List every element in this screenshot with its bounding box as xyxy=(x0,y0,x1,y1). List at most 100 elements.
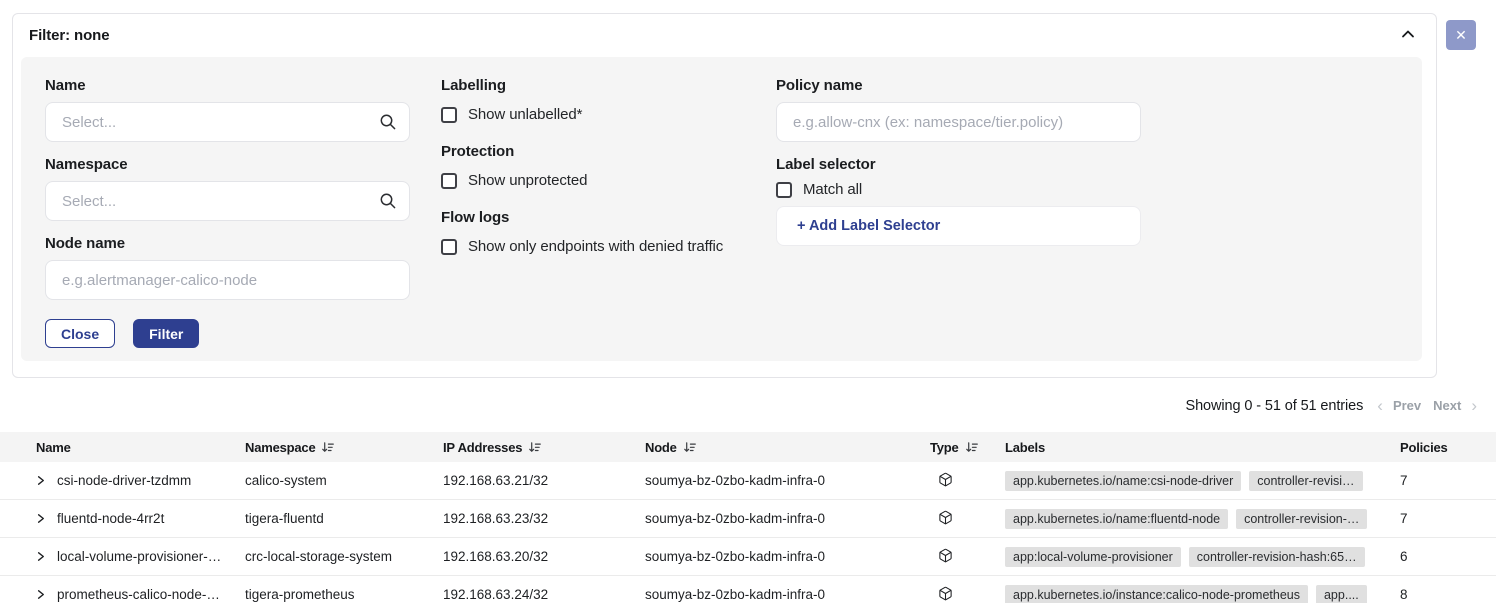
filter-panel-header: Filter: none xyxy=(13,14,1436,57)
sort-icon[interactable] xyxy=(965,441,978,454)
table-header-row: Name Namespace IP Addresses Node Type La… xyxy=(0,432,1496,462)
column-header[interactable]: Name xyxy=(0,440,245,455)
label-selector-field-label: Label selector xyxy=(776,156,1141,173)
endpoint-name: prometheus-calico-node-… xyxy=(57,587,220,602)
label-badge: app.kubernetes.io/name:csi-node-driver xyxy=(1005,471,1241,491)
expand-row-chevron-icon[interactable] xyxy=(34,550,47,563)
denied-traffic-row: Show only endpoints with denied traffic xyxy=(441,238,771,255)
workload-endpoint-type-icon xyxy=(938,548,953,566)
labelling-section-label: Labelling xyxy=(441,77,771,94)
policy-name-field-label: Policy name xyxy=(776,77,1141,94)
column-header[interactable]: Policies xyxy=(1398,440,1496,455)
column-header[interactable]: Type xyxy=(930,440,1005,455)
expand-row-chevron-icon[interactable] xyxy=(34,512,47,525)
node-name-field-label: Node name xyxy=(45,235,410,252)
collapse-filter-button[interactable] xyxy=(1400,26,1416,45)
label-badge: app:local-volume-provisioner xyxy=(1005,547,1181,567)
endpoint-policies-count: 7 xyxy=(1398,511,1496,526)
endpoint-namespace: tigera-fluentd xyxy=(245,511,443,526)
endpoint-ip: 192.168.63.23/32 xyxy=(443,511,645,526)
endpoint-labels: app:local-volume-provisioner controller-r… xyxy=(1005,547,1398,567)
endpoint-name: local-volume-provisioner-… xyxy=(57,549,221,564)
endpoint-labels: app.kubernetes.io/name:fluentd-node contr… xyxy=(1005,509,1398,529)
endpoint-node: soumya-bz-0zbo-kadm-infra-0 xyxy=(645,511,930,526)
table-row[interactable]: prometheus-calico-node-… tigera-promethe… xyxy=(0,576,1496,603)
endpoint-labels: app.kubernetes.io/instance:calico-node-p… xyxy=(1005,585,1398,603)
label-badge: app.kubernetes.io/instance:calico-node-p… xyxy=(1005,585,1308,603)
endpoint-namespace: tigera-prometheus xyxy=(245,587,443,602)
column-header[interactable]: IP Addresses xyxy=(443,440,645,455)
add-label-selector-button[interactable]: + Add Label Selector xyxy=(776,206,1141,246)
filter-form: Name Namespace xyxy=(21,57,1422,361)
sort-icon[interactable] xyxy=(321,441,334,454)
name-select-input[interactable] xyxy=(45,102,410,142)
match-all-checkbox[interactable] xyxy=(776,182,792,198)
show-unlabelled-row: Show unlabelled* xyxy=(441,106,771,123)
endpoint-node: soumya-bz-0zbo-kadm-infra-0 xyxy=(645,549,930,564)
workload-endpoint-type-icon xyxy=(938,510,953,528)
pagination: Showing 0 - 51 of 51 entries ‹ Prev Next… xyxy=(1186,397,1482,414)
endpoint-node: soumya-bz-0zbo-kadm-infra-0 xyxy=(645,473,930,488)
endpoint-ip: 192.168.63.24/32 xyxy=(443,587,645,602)
endpoint-policies-count: 8 xyxy=(1398,587,1496,602)
workload-endpoint-type-icon xyxy=(938,586,953,603)
filter-column-right: Policy name Label selector Match all + A… xyxy=(776,57,1141,246)
match-all-row: Match all xyxy=(776,181,1141,198)
sort-icon[interactable] xyxy=(528,441,541,454)
endpoints-page: Filter: none Name xyxy=(0,0,1496,603)
filter-panel: Filter: none Name xyxy=(12,13,1437,378)
label-badge: app.... xyxy=(1316,585,1367,603)
node-name-input[interactable] xyxy=(45,260,410,300)
column-header[interactable]: Namespace xyxy=(245,440,443,455)
entries-summary: Showing 0 - 51 of 51 entries xyxy=(1186,398,1364,414)
show-unprotected-checkbox[interactable] xyxy=(441,173,457,189)
endpoint-name: fluentd-node-4rr2t xyxy=(57,511,164,526)
endpoint-namespace: crc-local-storage-system xyxy=(245,549,443,564)
filter-column-left: Name Namespace xyxy=(45,57,410,300)
filter-actions: Close Filter xyxy=(45,319,199,348)
expand-row-chevron-icon[interactable] xyxy=(34,474,47,487)
column-header[interactable]: Node xyxy=(645,440,930,455)
namespace-select-input[interactable] xyxy=(45,181,410,221)
label-badge: controller-revision-hash:65… xyxy=(1189,547,1365,567)
expand-row-chevron-icon[interactable] xyxy=(34,588,47,601)
prev-page-link[interactable]: Prev xyxy=(1393,398,1421,413)
table-body: csi-node-driver-tzdmm calico-system 192.… xyxy=(0,462,1496,603)
flow-logs-section-label: Flow logs xyxy=(441,209,771,226)
workload-endpoint-type-icon xyxy=(938,472,953,490)
endpoint-ip: 192.168.63.21/32 xyxy=(443,473,645,488)
endpoints-table: Name Namespace IP Addresses Node Type La… xyxy=(0,432,1496,603)
denied-traffic-label: Show only endpoints with denied traffic xyxy=(468,238,723,255)
endpoint-policies-count: 7 xyxy=(1398,473,1496,488)
filter-title: Filter: none xyxy=(29,27,109,44)
column-header[interactable]: Labels xyxy=(1005,440,1398,455)
filter-column-middle: Labelling Show unlabelled* Protection Sh… xyxy=(441,57,771,255)
table-row[interactable]: local-volume-provisioner-… crc-local-sto… xyxy=(0,538,1496,576)
protection-section-label: Protection xyxy=(441,143,771,160)
next-page-link[interactable]: Next xyxy=(1433,398,1461,413)
namespace-field-label: Namespace xyxy=(45,156,410,173)
show-unlabelled-label: Show unlabelled* xyxy=(468,106,582,123)
close-icon: ✕ xyxy=(1455,27,1467,43)
label-badge: controller-revisi… xyxy=(1249,471,1362,491)
denied-traffic-checkbox[interactable] xyxy=(441,239,457,255)
dismiss-panel-button[interactable]: ✕ xyxy=(1446,20,1476,50)
prev-arrow-icon[interactable]: ‹ xyxy=(1377,397,1383,414)
label-badge: app.kubernetes.io/name:fluentd-node xyxy=(1005,509,1228,529)
endpoint-labels: app.kubernetes.io/name:csi-node-driver co… xyxy=(1005,471,1398,491)
label-badge: controller-revision-… xyxy=(1236,509,1367,529)
chevron-up-icon xyxy=(1400,26,1416,45)
endpoint-name: csi-node-driver-tzdmm xyxy=(57,473,191,488)
show-unprotected-row: Show unprotected xyxy=(441,172,771,189)
table-row[interactable]: fluentd-node-4rr2t tigera-fluentd 192.16… xyxy=(0,500,1496,538)
close-button[interactable]: Close xyxy=(45,319,115,348)
table-row[interactable]: csi-node-driver-tzdmm calico-system 192.… xyxy=(0,462,1496,500)
filter-button[interactable]: Filter xyxy=(133,319,199,348)
next-arrow-icon[interactable]: › xyxy=(1471,397,1477,414)
endpoint-ip: 192.168.63.20/32 xyxy=(443,549,645,564)
policy-name-input[interactable] xyxy=(776,102,1141,142)
name-field-label: Name xyxy=(45,77,410,94)
sort-icon[interactable] xyxy=(683,441,696,454)
show-unlabelled-checkbox[interactable] xyxy=(441,107,457,123)
endpoint-node: soumya-bz-0zbo-kadm-infra-0 xyxy=(645,587,930,602)
